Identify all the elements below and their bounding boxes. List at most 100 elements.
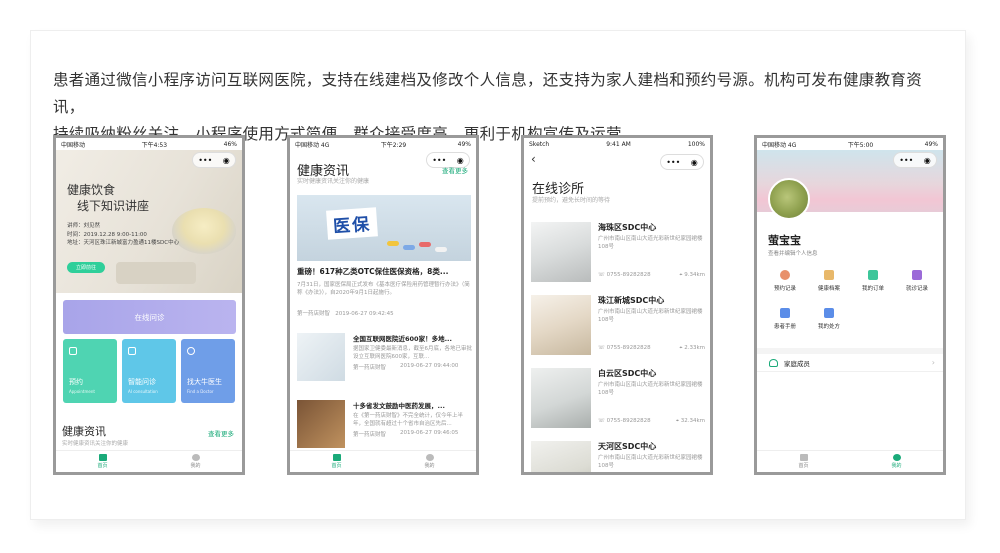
grid-appointment-record[interactable]: 预约记录 xyxy=(765,270,805,292)
status-bar: 中国移动 4G 下午5:00 49% xyxy=(757,138,943,150)
clinic-phone: ☏ 0755-89282828 xyxy=(598,418,651,424)
news-hero-image[interactable]: 医保 xyxy=(297,195,471,261)
robot-icon xyxy=(128,347,136,355)
grid-label: 我的处方 xyxy=(817,324,840,330)
feature-en: Find a Doctor xyxy=(187,389,214,394)
tab-home[interactable]: 首页 xyxy=(757,451,850,472)
clinic-address: 广州市南山区南山大道光彩新世纪家园裙楼108号 xyxy=(598,236,703,250)
folder-icon xyxy=(824,270,834,280)
close-target-icon[interactable]: ◉ xyxy=(223,156,230,165)
article-thumb-herbs xyxy=(297,400,345,448)
miniapp-capsule[interactable]: ••• ◉ xyxy=(660,154,704,170)
feature-label: 预约 xyxy=(69,378,83,386)
more-dots-icon[interactable]: ••• xyxy=(666,158,680,167)
close-target-icon[interactable]: ◉ xyxy=(924,156,931,165)
clinic-photo xyxy=(531,295,591,355)
clock-icon xyxy=(780,270,790,280)
tab-home[interactable]: 首页 xyxy=(56,451,149,472)
chevron-right-icon: › xyxy=(931,358,935,367)
calendar-icon xyxy=(69,347,77,355)
status-bar: Sketch 9:41 AM 100% xyxy=(524,138,710,150)
carrier: 中国移动 4G xyxy=(762,141,797,149)
article-item[interactable]: 全国互联网医院近600家！多地... 据国家卫健委最新消息，截至6月底，各地已审… xyxy=(297,333,473,389)
article-summary: 7月31日，国家医保局正式发布《基本医疗保险用药管理暂行办法》（简称《办法》），… xyxy=(297,282,470,296)
article-featured[interactable]: 重磅！617种乙类OTC保住医保资格，8类... 7月31日，国家医保局正式发布… xyxy=(297,266,473,317)
clinic-item[interactable]: 天河区SDC中心 广州市南山区南山大道光彩新世纪家园裙楼108号 xyxy=(531,441,709,472)
feature-find-doctor[interactable]: 找大牛医生 Find a Doctor xyxy=(181,339,235,403)
more-dots-icon[interactable]: ••• xyxy=(432,156,446,165)
tab-bar: 首页 我的 xyxy=(290,450,476,472)
clinic-item[interactable]: 海珠区SDC中心 广州市南山区南山大道光彩新世纪家园裙楼108号 ☏ 0755-… xyxy=(531,222,709,292)
clinic-item[interactable]: 珠江新城SDC中心 广州市南山区南山大道光彩新世纪家园裙楼108号 ☏ 0755… xyxy=(531,295,709,365)
view-more-link[interactable]: 查看更多 xyxy=(442,165,468,175)
pill-image xyxy=(419,242,431,247)
clinic-item[interactable]: 白云区SDC中心 广州市南山区南山大道光彩新世纪家园裙楼108号 ☏ 0755-… xyxy=(531,368,709,438)
clinic-distance: ⌖ 9.34km xyxy=(679,272,705,278)
family-members-row[interactable]: 家庭成员 › xyxy=(757,348,943,372)
clinic-distance-value: 32.34km xyxy=(680,418,705,424)
view-more-link[interactable]: 查看更多 xyxy=(208,428,234,438)
go-now-button[interactable]: 立即前往 xyxy=(67,262,105,273)
doctor-icon xyxy=(187,347,195,355)
banner-info: 讲师：刘见然 时间：2019.12.28 9:00-11:00 地址：天河区珠江… xyxy=(67,222,179,248)
phone-news-screenshot: 中国移动 4G 下午2:29 49% ••• ◉ 健康资讯 实时健康资讯关注你的… xyxy=(287,135,479,475)
article-title: 十多省发文鼓励中医药发展，... xyxy=(353,402,445,410)
clock: 9:41 AM xyxy=(606,140,631,148)
house-icon xyxy=(912,270,922,280)
online-consult-button[interactable]: 在线问诊 xyxy=(63,300,236,334)
clock: 下午5:00 xyxy=(847,141,874,149)
clinic-photo xyxy=(531,368,591,428)
prescription-icon xyxy=(824,308,834,318)
grid-label: 预约记录 xyxy=(773,286,796,292)
carrier: Sketch xyxy=(529,140,550,148)
banner-title-line2: 线下知识讲座 xyxy=(77,199,150,213)
close-target-icon[interactable]: ◉ xyxy=(457,156,464,165)
family-label: 家庭成员 xyxy=(784,359,810,368)
tab-label: 我的 xyxy=(891,463,902,469)
clinic-name: 白云区SDC中心 xyxy=(598,369,657,378)
battery: 49% xyxy=(457,140,471,148)
clinic-phone-number: 0755-89282828 xyxy=(606,272,651,278)
banner-address: 地址：天河区珠江新城富力盈通11楼SDC中心 xyxy=(67,240,180,246)
grid-my-orders[interactable]: 我的订单 xyxy=(853,270,893,292)
more-dots-icon[interactable]: ••• xyxy=(198,156,212,165)
grid-my-prescription[interactable]: 我的处方 xyxy=(809,308,849,330)
clinic-name: 珠江新城SDC中心 xyxy=(598,296,665,305)
miniapp-capsule[interactable]: ••• ◉ xyxy=(192,152,236,168)
lecture-banner[interactable]: 健康饮食 线下知识讲座 讲师：刘见然 时间：2019.12.28 9:00-11… xyxy=(56,150,242,293)
clinic-name: 天河区SDC中心 xyxy=(598,442,657,451)
tab-home[interactable]: 首页 xyxy=(290,451,383,472)
hero-word: 医保 xyxy=(326,207,378,240)
grid-visit-record[interactable]: 就诊记录 xyxy=(897,270,937,292)
user-icon xyxy=(425,454,434,461)
tab-mine[interactable]: 我的 xyxy=(383,451,476,472)
content-card: 患者通过微信小程序访问互联网医院，支持在线建档及修改个人信息，还支持为家人建档和… xyxy=(30,30,966,520)
user-name[interactable]: 萤宝宝 xyxy=(768,232,801,248)
clock: 下午4:53 xyxy=(141,141,168,149)
avatar[interactable] xyxy=(768,178,810,220)
grid-patient-manual[interactable]: 患者手册 xyxy=(765,308,805,330)
page-subtitle: 提前预约，避免长时间的等待 xyxy=(532,197,611,204)
edit-profile-hint[interactable]: 查看并编辑个人信息 xyxy=(768,249,818,257)
news-section-header: 健康资讯 实时健康资讯关注你的健康 xyxy=(62,423,128,447)
more-dots-icon[interactable]: ••• xyxy=(899,156,913,165)
miniapp-capsule[interactable]: ••• ◉ xyxy=(893,152,937,168)
article-item[interactable]: 十多省发文鼓励中医药发展，... 在《第一药店财智》不完全统计，仅今年上半年，全… xyxy=(297,400,473,456)
tab-mine[interactable]: 我的 xyxy=(149,451,242,472)
feature-appointment[interactable]: 预约 Appointment xyxy=(63,339,117,403)
user-icon xyxy=(191,454,200,461)
feature-en: Appointment xyxy=(69,389,95,394)
article-summary: 在《第一药店财智》不完全统计，仅今年上半年，全国就有超过十个省市自治区先后... xyxy=(353,413,464,427)
back-chevron-icon[interactable]: ‹ xyxy=(531,152,536,166)
feature-en: AI consultation xyxy=(128,389,158,394)
grid-label: 就诊记录 xyxy=(905,286,928,292)
feature-label: 找大牛医生 xyxy=(187,378,222,386)
grid-health-record[interactable]: 健康档案 xyxy=(809,270,849,292)
grid-label: 我的订单 xyxy=(861,286,884,292)
feature-ai-consult[interactable]: 智能问诊 AI consultation xyxy=(122,339,176,403)
tab-bar: 首页 我的 xyxy=(757,450,943,472)
tab-mine[interactable]: 我的 xyxy=(850,451,943,472)
page-subtitle: 实时健康资讯关注你的健康 xyxy=(297,178,370,185)
banner-speaker: 讲师：刘见然 xyxy=(67,223,101,229)
close-target-icon[interactable]: ◉ xyxy=(691,158,698,167)
